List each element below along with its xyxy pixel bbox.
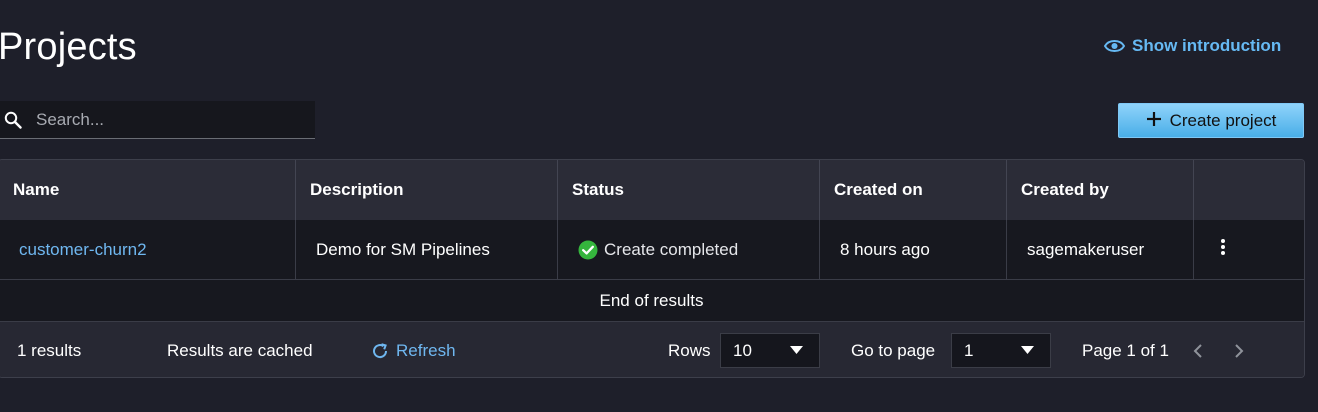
- eye-icon: [1104, 40, 1125, 52]
- caret-down-icon: [790, 346, 803, 354]
- refresh-label: Refresh: [396, 340, 456, 360]
- go-to-page-label: Go to page: [851, 340, 936, 360]
- go-to-page-value: 1: [964, 340, 974, 360]
- search-input[interactable]: [34, 108, 298, 131]
- project-status: Create completed: [558, 220, 820, 279]
- status-text: Create completed: [604, 239, 739, 259]
- refresh-button[interactable]: Refresh: [371, 322, 456, 377]
- column-header-created-by[interactable]: Created by: [1007, 160, 1194, 220]
- projects-table: Name Description Status Created on Creat…: [0, 159, 1305, 378]
- plus-icon: [1146, 108, 1162, 132]
- column-header-status[interactable]: Status: [558, 160, 820, 220]
- chevron-right-icon[interactable]: [1234, 322, 1244, 377]
- column-header-name[interactable]: Name: [0, 160, 296, 220]
- chevron-left-icon[interactable]: [1193, 322, 1203, 377]
- column-header-description[interactable]: Description: [296, 160, 558, 220]
- row-actions: [1194, 220, 1304, 279]
- project-created-on: 8 hours ago: [820, 220, 1007, 279]
- search-icon: [4, 110, 24, 130]
- create-project-button[interactable]: Create project: [1118, 103, 1304, 138]
- go-to-page-select[interactable]: 1: [951, 333, 1051, 368]
- show-introduction-label: Show introduction: [1132, 36, 1282, 55]
- table-row: customer-churn2 Demo for SM Pipelines Cr…: [0, 220, 1304, 280]
- end-of-results: End of results: [0, 280, 1304, 322]
- rows-label: Rows: [668, 340, 711, 360]
- check-circle-icon: [578, 240, 598, 259]
- page-info: Page 1 of 1: [1082, 340, 1169, 360]
- refresh-icon: [373, 342, 388, 358]
- project-created-by: sagemakeruser: [1007, 220, 1194, 279]
- project-name-link[interactable]: customer-churn2: [0, 220, 296, 279]
- kebab-menu-icon[interactable]: [1220, 237, 1226, 263]
- show-introduction-link[interactable]: Show introduction: [1104, 36, 1281, 56]
- column-header-created-on[interactable]: Created on: [820, 160, 1007, 220]
- results-count: 1 results: [17, 340, 82, 360]
- column-header-actions: [1194, 160, 1304, 220]
- rows-select[interactable]: 10: [720, 333, 820, 368]
- results-cached-text: Results are cached: [167, 340, 313, 360]
- caret-down-icon: [1021, 346, 1034, 354]
- table-footer: 1 results Results are cached Refresh Row…: [0, 322, 1304, 377]
- table-header: Name Description Status Created on Creat…: [0, 160, 1304, 220]
- rows-select-value: 10: [733, 340, 752, 360]
- search-box[interactable]: [0, 101, 315, 139]
- create-project-label: Create project: [1169, 110, 1277, 130]
- page-title: Projects: [0, 26, 137, 68]
- project-description: Demo for SM Pipelines: [296, 220, 558, 279]
